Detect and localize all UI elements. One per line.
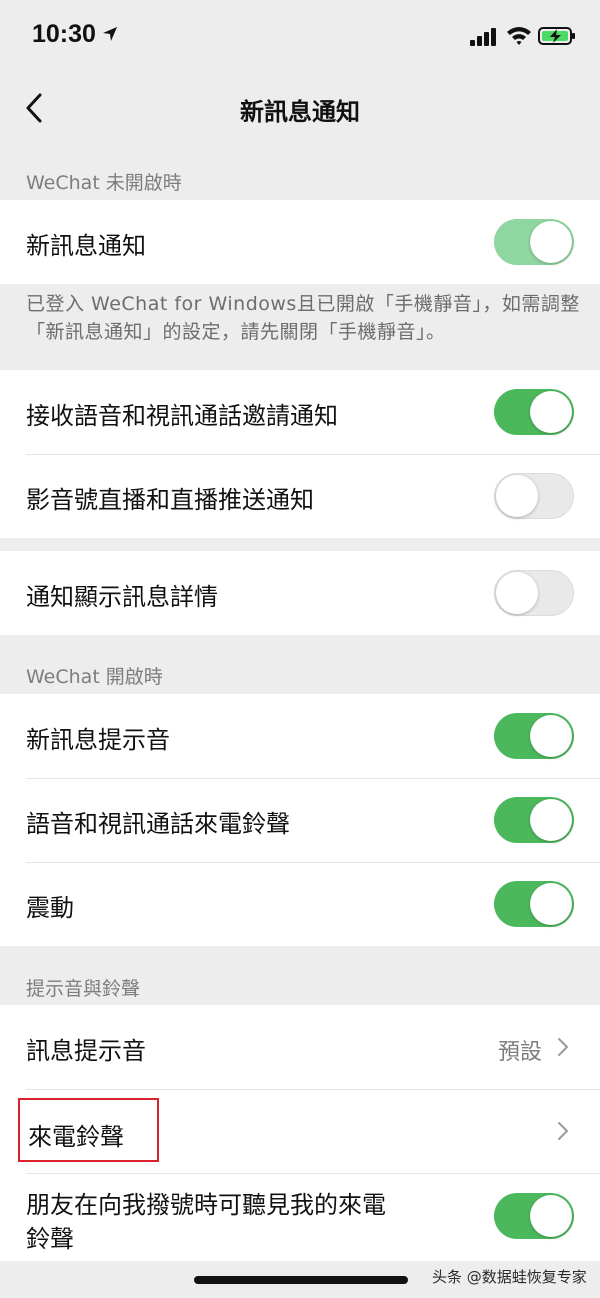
- toggle-knob: [530, 221, 572, 263]
- section-header-sounds: 提示音與鈴聲: [26, 978, 141, 1000]
- call-ringtone-toggle[interactable]: [494, 797, 574, 843]
- row-vibrate[interactable]: 震動: [0, 862, 600, 946]
- chevron-right-icon: [558, 1038, 568, 1056]
- toggle-knob: [530, 1195, 572, 1237]
- row-show-detail[interactable]: 通知顯示訊息詳情: [0, 551, 600, 635]
- row-call-invite[interactable]: 接收語音和視訊通話邀請通知: [0, 370, 600, 454]
- new-message-toggle[interactable]: [494, 219, 574, 265]
- toggle-knob: [530, 883, 572, 925]
- toggle-knob: [496, 475, 538, 517]
- row-label: 新訊息通知: [26, 232, 146, 260]
- call-invite-toggle[interactable]: [494, 389, 574, 435]
- chevron-right-icon: [558, 1122, 568, 1140]
- watermark: 头条 @数据蛙恢复专家: [432, 1268, 587, 1286]
- battery-charging-icon: [538, 27, 575, 45]
- toggle-knob: [530, 715, 572, 757]
- row-label: 新訊息提示音: [26, 726, 170, 754]
- status-bar: 10:30: [0, 0, 600, 70]
- group-call-live: 接收語音和視訊通話邀請通知 影音號直播和直播推送通知: [0, 370, 600, 538]
- message-sound-toggle[interactable]: [494, 713, 574, 759]
- row-label: 訊息提示音: [26, 1037, 146, 1065]
- show-detail-toggle[interactable]: [494, 570, 574, 616]
- toggle-knob: [530, 799, 572, 841]
- home-indicator[interactable]: [194, 1276, 408, 1284]
- row-friends-hear-ringtone[interactable]: 朋友在向我撥號時可聽見我的來電 鈴聲: [0, 1173, 600, 1261]
- row-message-sound[interactable]: 新訊息提示音: [0, 694, 600, 778]
- row-label: 接收語音和視訊通話邀請通知: [26, 402, 338, 430]
- section-header-open: WeChat 開啟時: [26, 666, 163, 688]
- row-label-line2: 鈴聲: [26, 1225, 74, 1253]
- row-label-line1: 朋友在向我撥號時可聽見我的來電: [26, 1191, 386, 1219]
- toggle-knob: [530, 391, 572, 433]
- wifi-icon: [507, 27, 531, 45]
- toggle-knob: [496, 572, 538, 614]
- row-call-ringtone[interactable]: 語音和視訊通話來電鈴聲: [0, 778, 600, 862]
- vibrate-toggle[interactable]: [494, 881, 574, 927]
- row-live-push[interactable]: 影音號直播和直播推送通知: [0, 454, 600, 538]
- group-detail: 通知顯示訊息詳情: [0, 551, 600, 635]
- status-time: 10:30: [32, 20, 96, 48]
- friends-hear-toggle[interactable]: [494, 1193, 574, 1239]
- row-label: 影音號直播和直播推送通知: [26, 486, 314, 514]
- row-label: 語音和視訊通話來電鈴聲: [26, 810, 290, 838]
- row-label: 通知顯示訊息詳情: [26, 583, 218, 611]
- row-new-message-notification[interactable]: 新訊息通知: [0, 200, 600, 284]
- group-new-msg: 新訊息通知: [0, 200, 600, 284]
- page-title: 新訊息通知: [240, 98, 360, 126]
- group-open-settings: 新訊息提示音 語音和視訊通話來電鈴聲 震動: [0, 694, 600, 946]
- mute-note: 已登入 WeChat for Windows且已開啟「手機靜音」，如需調整「新訊…: [26, 293, 580, 343]
- live-push-toggle[interactable]: [494, 473, 574, 519]
- highlight-box: [18, 1098, 159, 1162]
- row-message-tone[interactable]: 訊息提示音 預設: [0, 1005, 600, 1089]
- row-label: 震動: [26, 894, 74, 922]
- location-arrow-icon: [103, 27, 117, 41]
- message-tone-value: 預設: [497, 1040, 542, 1065]
- cellular-signal-icon: [470, 28, 496, 46]
- section-header-closed: WeChat 未開啟時: [26, 172, 182, 194]
- nav-bar: 新訊息通知: [0, 70, 600, 146]
